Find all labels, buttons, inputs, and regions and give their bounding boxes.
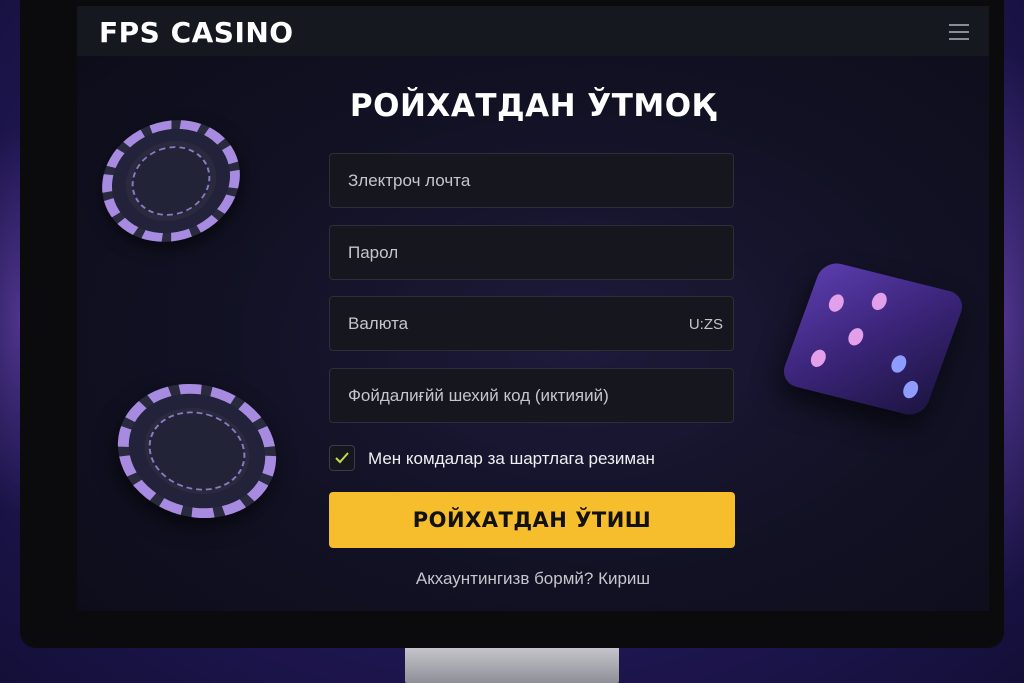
monitor-frame: FPS CASINO РОЙХАТДАН ЎТМОҚ U:ZS (20, 0, 1004, 648)
poker-chip-decoration (84, 101, 258, 261)
dice-decoration (778, 259, 968, 419)
top-bar: FPS CASINO (77, 6, 989, 56)
poker-chip-decoration (102, 366, 292, 536)
brand-logo[interactable]: FPS CASINO (99, 16, 294, 49)
email-field (329, 153, 734, 208)
password-field (329, 225, 734, 280)
currency-field: U:ZS (329, 296, 734, 351)
currency-input[interactable] (330, 297, 733, 350)
monitor-stand (405, 645, 619, 683)
checkmark-icon (335, 452, 349, 464)
app-screen: FPS CASINO РОЙХАТДАН ЎТМОҚ U:ZS (77, 6, 989, 611)
promo-code-input[interactable] (330, 369, 733, 422)
terms-checkbox[interactable] (329, 445, 355, 471)
promo-code-field (329, 368, 734, 423)
register-button[interactable]: РОЙХАТДАН ЎТИШ (329, 492, 735, 548)
login-link[interactable]: Акхаунтингизв бормй? Кириш (77, 569, 989, 589)
email-input[interactable] (330, 154, 733, 207)
page-title: РОЙХАТДАН ЎТМОҚ (349, 88, 717, 124)
password-input[interactable] (330, 226, 733, 279)
terms-label[interactable]: Мен комдалар за шартлага резиман (368, 449, 655, 469)
currency-code: U:ZS (688, 316, 723, 333)
hamburger-menu-icon[interactable] (949, 24, 969, 40)
